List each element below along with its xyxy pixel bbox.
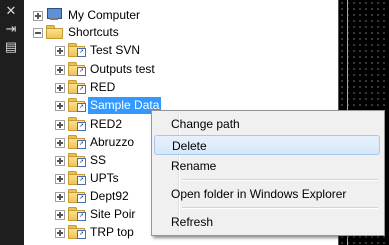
tree-item-label: Dept92 [90,189,129,203]
menu-item-label: Open folder in Windows Explorer [171,187,347,201]
expand-plus-icon[interactable] [55,138,65,148]
shortcut-folder-icon: ➚ [68,62,86,76]
tree-node-label: Shortcuts [68,25,119,39]
expand-plus-icon[interactable] [55,210,65,220]
menu-item-label: Rename [171,159,217,173]
expand-plus-icon[interactable] [55,156,65,166]
shortcut-folder-icon: ➚ [68,171,86,185]
shortcut-folder-icon: ➚ [68,80,86,94]
tree-item-label: SS [90,153,107,167]
expand-plus-icon[interactable] [55,65,65,75]
shortcut-folder-icon: ➚ [68,153,86,167]
tree-node-label: My Computer [68,8,141,22]
menu-item-change-path[interactable]: Change path [154,114,380,134]
expand-plus-icon[interactable] [55,101,65,111]
shortcut-folder-icon: ➚ [68,207,86,221]
menu-item-open-in-explorer[interactable]: Open folder in Windows Explorer [154,184,380,204]
left-toolbar: ✕ ⇥ ▤ [0,0,24,245]
folder-icon [46,25,63,39]
panel-icon[interactable]: ▤ [3,39,19,55]
shortcut-folder-icon: ➚ [68,225,86,239]
expand-plus-icon[interactable] [55,83,65,93]
menu-item-delete[interactable]: Delete [154,135,380,155]
expand-plus-icon[interactable] [55,46,65,56]
shortcut-folder-icon: ➚ [68,117,86,131]
expand-plus-icon[interactable] [55,228,65,238]
collapse-minus-icon[interactable] [33,28,43,38]
menu-item-label: Change path [171,117,240,131]
menu-item-refresh[interactable]: Refresh [154,212,380,232]
tree-item-label: UPTs [90,171,119,185]
shortcut-folder-icon: ➚ [68,189,86,203]
tree-item[interactable]: ➚ RED [55,78,295,97]
close-icon[interactable]: ✕ [3,3,19,19]
menu-separator [182,179,378,181]
expand-plus-icon[interactable] [33,11,43,21]
tree-item[interactable]: ➚ Outputs test [55,60,295,79]
computer-icon [46,8,62,21]
tree-item-label: TRP top [90,225,134,239]
pin-icon[interactable]: ⇥ [3,21,19,37]
expand-plus-icon[interactable] [55,174,65,184]
tree-item-label: RED2 [90,117,123,131]
menu-item-label: Delete [172,139,207,153]
expand-plus-icon[interactable] [55,192,65,202]
menu-separator [182,207,378,209]
tree-node-shortcuts[interactable]: Shortcuts [33,23,293,42]
shortcut-folder-icon: ➚ [68,135,86,149]
tree-item-label: Abruzzo [90,135,135,149]
shortcut-folder-icon: ➚ [68,43,86,57]
tree-item-label: Site Poir [90,207,136,221]
expand-plus-icon[interactable] [55,120,65,130]
tree-item-label: Test SVN [90,43,141,57]
tree-item[interactable]: ➚ Test SVN [55,41,295,60]
tree-item-label: RED [90,80,116,94]
menu-item-label: Refresh [171,215,214,229]
shortcut-folder-icon: ➚ [68,98,86,112]
menu-item-rename[interactable]: Rename [154,156,380,176]
tree-item-label: Outputs test [90,62,155,76]
context-menu: Change path Delete Rename Open folder in… [151,110,385,236]
